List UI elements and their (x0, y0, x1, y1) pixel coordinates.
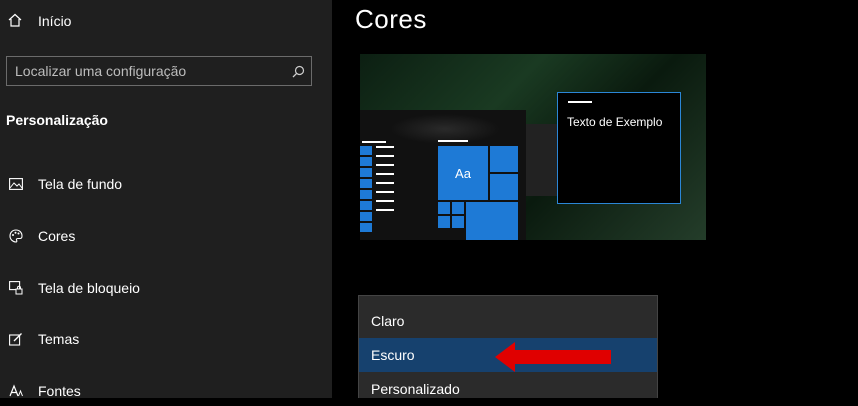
sidebar-item-cores[interactable]: Cores (8, 222, 75, 250)
sidebar-item-temas[interactable]: Temas (8, 325, 79, 353)
sidebar-item-label: Cores (38, 228, 76, 244)
font-icon (8, 383, 24, 399)
dropdown-option-personalizado[interactable]: Personalizado (359, 372, 657, 406)
preview-tile-aa: Aa (438, 146, 488, 200)
preview-tile (466, 202, 518, 240)
sidebar-item-fontes[interactable]: Fontes (8, 377, 81, 405)
page-title: Cores (355, 4, 427, 34)
home-icon (8, 13, 24, 30)
sidebar-item-tela-de-fundo[interactable]: Tela de fundo (8, 170, 122, 198)
search-input[interactable] (7, 62, 285, 80)
preview-start-tiles: Aa (438, 140, 518, 240)
preview-tile (490, 146, 518, 172)
search-box[interactable] (6, 56, 312, 86)
preview-tile (438, 216, 450, 228)
section-title: Personalização (6, 112, 108, 128)
lock-screen-icon (8, 280, 24, 296)
red-arrow-annotation (495, 342, 611, 372)
search-icon[interactable] (285, 65, 311, 78)
sidebar-item-label: Fontes (38, 383, 81, 399)
preview-tile (438, 202, 450, 214)
preview-tile (452, 202, 464, 214)
preview-taskbar (360, 144, 374, 240)
sidebar-item-label: Tela de bloqueio (38, 280, 140, 296)
palette-icon (8, 228, 24, 244)
sidebar-item-label: Temas (38, 331, 80, 347)
preview-sample-window: Texto de Exemplo (557, 92, 681, 204)
preview-line (362, 141, 386, 143)
nav-home-label: Início (38, 13, 72, 29)
wallpaper-logo-right (526, 124, 560, 196)
nav-home[interactable]: Início (8, 10, 71, 32)
image-icon (8, 176, 24, 192)
themes-icon (8, 331, 24, 347)
sample-window-text: Texto de Exemplo (567, 115, 663, 129)
preview-tile (490, 174, 518, 200)
sidebar-item-tela-de-bloqueio[interactable]: Tela de bloqueio (8, 274, 140, 302)
preview-tile (452, 216, 464, 228)
dropdown-option-claro[interactable]: Claro (359, 304, 657, 338)
sidebar-item-label: Tela de fundo (38, 176, 123, 192)
settings-sidebar: Início Personalização Tela de fundo Core… (0, 0, 332, 399)
preview-menu-lines (376, 146, 394, 211)
theme-preview: Aa Texto de Exemplo (360, 54, 706, 240)
